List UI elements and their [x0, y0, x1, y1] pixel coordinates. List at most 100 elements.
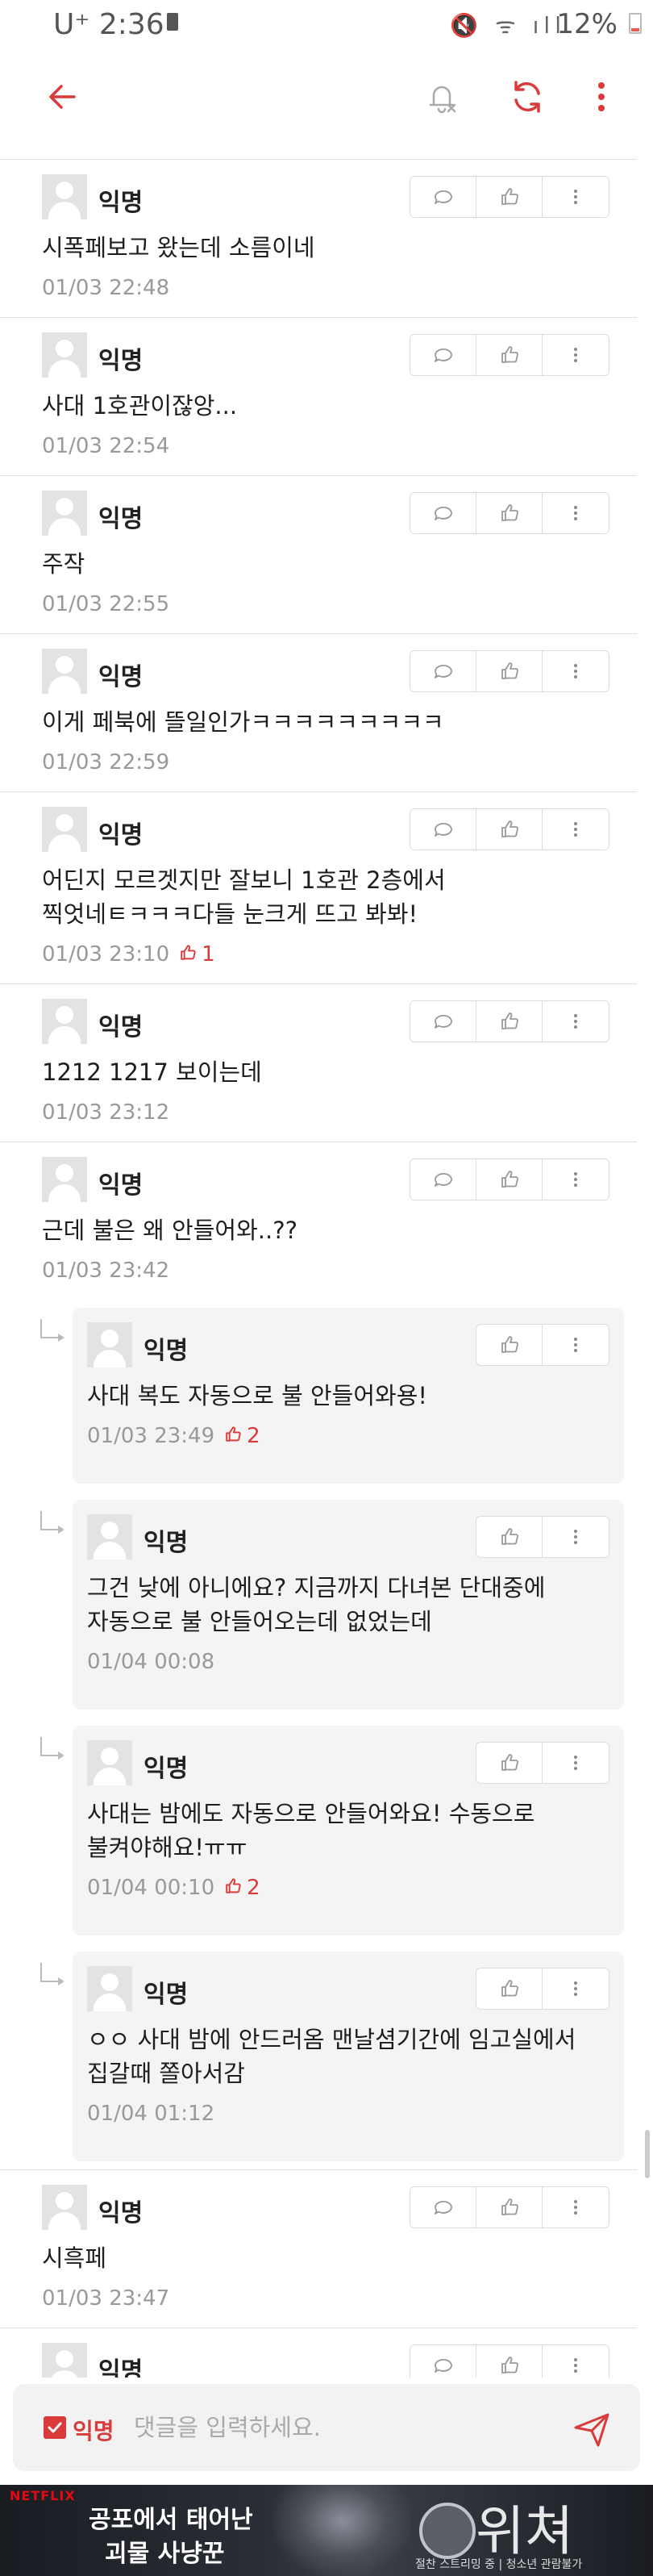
more-vert-icon	[574, 2358, 577, 2373]
more-options-button[interactable]	[577, 73, 626, 121]
avatar	[42, 807, 87, 852]
send-button[interactable]	[569, 2407, 614, 2452]
reply-icon	[434, 823, 452, 837]
comment-author: 익명	[98, 821, 143, 850]
like-button[interactable]	[476, 1969, 543, 2009]
comment-text: 주작	[42, 550, 85, 578]
comment-actions	[410, 1000, 609, 1042]
anonymous-label[interactable]: 익명	[73, 2414, 114, 2446]
more-button[interactable]	[543, 177, 609, 217]
like-count-value: 1	[202, 942, 215, 967]
comment-input[interactable]	[134, 2408, 553, 2447]
ad-tagline-1: 공포에서 태어난	[89, 2506, 253, 2534]
reply-icon	[434, 190, 452, 204]
comment-text: 근데 불은 왜 안들어와..??	[42, 1217, 297, 1244]
reply-button[interactable]	[410, 651, 476, 691]
more-vert-icon	[574, 1014, 577, 1029]
more-button[interactable]	[543, 651, 609, 691]
scrollbar[interactable]	[645, 2130, 650, 2178]
like-button[interactable]	[476, 1517, 543, 1557]
comment-meta: 01/04 00:10 2	[87, 1876, 260, 1900]
status-icons: 🔇 ᯤ ıll	[450, 12, 566, 39]
more-button[interactable]	[543, 2187, 609, 2227]
reply-button[interactable]	[410, 493, 476, 533]
comment-time: 01/03 22:59	[42, 750, 170, 774]
bell-off-icon	[429, 86, 456, 114]
back-button[interactable]	[39, 73, 87, 121]
comment: 익명 근데 불은 왜 안들어와..?? 01/03 23:42	[0, 1142, 637, 1300]
avatar	[42, 999, 87, 1044]
reply-comment: 익명 사대 복도 자동으로 불 안들어와용! 01/03 23:49 2	[0, 1300, 637, 1492]
comment: 익명 시폭페보고 왔는데 소름이네 01/03 22:48	[0, 159, 637, 317]
ad-banner[interactable]: NETFLIX 공포에서 태어난 괴물 사냥꾼 위쳐 절찬 스트리밍 중 | 청…	[0, 2485, 653, 2576]
reply-button[interactable]	[410, 1001, 476, 1042]
comment-actions	[410, 334, 609, 376]
notification-icon	[167, 13, 178, 31]
thumb-up-icon	[501, 2198, 518, 2215]
comment-author: 익명	[143, 1337, 189, 1365]
like-button[interactable]	[476, 651, 543, 691]
more-button[interactable]	[543, 1969, 609, 2009]
like-button[interactable]	[476, 2345, 543, 2378]
like-button[interactable]	[476, 809, 543, 850]
top-toolbar	[0, 48, 653, 145]
comment-actions	[476, 1516, 609, 1558]
more-vert-icon	[574, 664, 577, 678]
like-button[interactable]	[476, 1325, 543, 1365]
comment-list[interactable]: 익명 시폭페보고 왔는데 소름이네 01/03 22:48 익명 사대 1호관이잖앙..…	[0, 159, 637, 2378]
comment-actions	[410, 2186, 609, 2228]
thumb-up-icon	[501, 1528, 518, 1545]
more-button[interactable]	[543, 1001, 609, 1042]
battery-icon	[629, 13, 642, 34]
thumb-up-icon	[501, 1980, 518, 1997]
reply-indent-icon	[40, 1319, 64, 1342]
comment-author: 익명	[98, 2357, 143, 2378]
like-button[interactable]	[476, 335, 543, 375]
comment-author: 익명	[143, 1529, 189, 1557]
comment-meta: 01/04 01:12	[87, 2102, 214, 2126]
comment-time: 01/03 23:12	[42, 1100, 170, 1125]
more-button[interactable]	[543, 2345, 609, 2378]
reply-button[interactable]	[410, 177, 476, 217]
like-button[interactable]	[476, 2187, 543, 2227]
comment-time: 01/03 22:54	[42, 434, 170, 458]
check-icon	[48, 2422, 62, 2433]
more-vert-icon	[574, 348, 577, 362]
notification-off-button[interactable]	[418, 73, 466, 121]
more-button[interactable]	[543, 1517, 609, 1557]
refresh-button[interactable]	[503, 73, 551, 121]
more-button[interactable]	[543, 1159, 609, 1200]
more-button[interactable]	[543, 1743, 609, 1783]
comment-author: 익명	[143, 1755, 189, 1783]
comment-actions	[410, 808, 609, 850]
comment-actions	[410, 2344, 609, 2378]
comment-text: 시흑페	[42, 2244, 107, 2272]
like-button[interactable]	[476, 1159, 543, 1200]
like-button[interactable]	[476, 493, 543, 533]
comment-meta: 01/03 22:55	[42, 592, 169, 616]
more-vert-icon	[574, 1338, 577, 1352]
more-vert-icon	[598, 82, 605, 111]
more-button[interactable]	[543, 809, 609, 850]
avatar	[42, 2185, 87, 2230]
ad-character-image	[274, 2485, 411, 2576]
reply-button[interactable]	[410, 809, 476, 850]
comment: 익명 시흑페 01/03 23:47	[0, 2169, 637, 2328]
reply-button[interactable]	[410, 2187, 476, 2227]
anonymous-checkbox[interactable]	[44, 2416, 66, 2439]
like-button[interactable]	[476, 1001, 543, 1042]
like-button[interactable]	[476, 1743, 543, 1783]
reply-icon	[434, 1173, 452, 1187]
more-button[interactable]	[543, 335, 609, 375]
reply-button[interactable]	[410, 1159, 476, 1200]
ad-medallion-icon	[419, 2503, 476, 2559]
comment: 익명 사대 1호관이잖앙... 01/03 22:54	[0, 317, 637, 475]
comment-actions	[410, 1159, 609, 1200]
reply-button[interactable]	[410, 335, 476, 375]
more-button[interactable]	[543, 1325, 609, 1365]
reply-button[interactable]	[410, 2345, 476, 2378]
like-button[interactable]	[476, 177, 543, 217]
more-button[interactable]	[543, 493, 609, 533]
thumb-up-icon	[501, 1336, 518, 1353]
thumb-up-icon	[501, 1171, 518, 1188]
